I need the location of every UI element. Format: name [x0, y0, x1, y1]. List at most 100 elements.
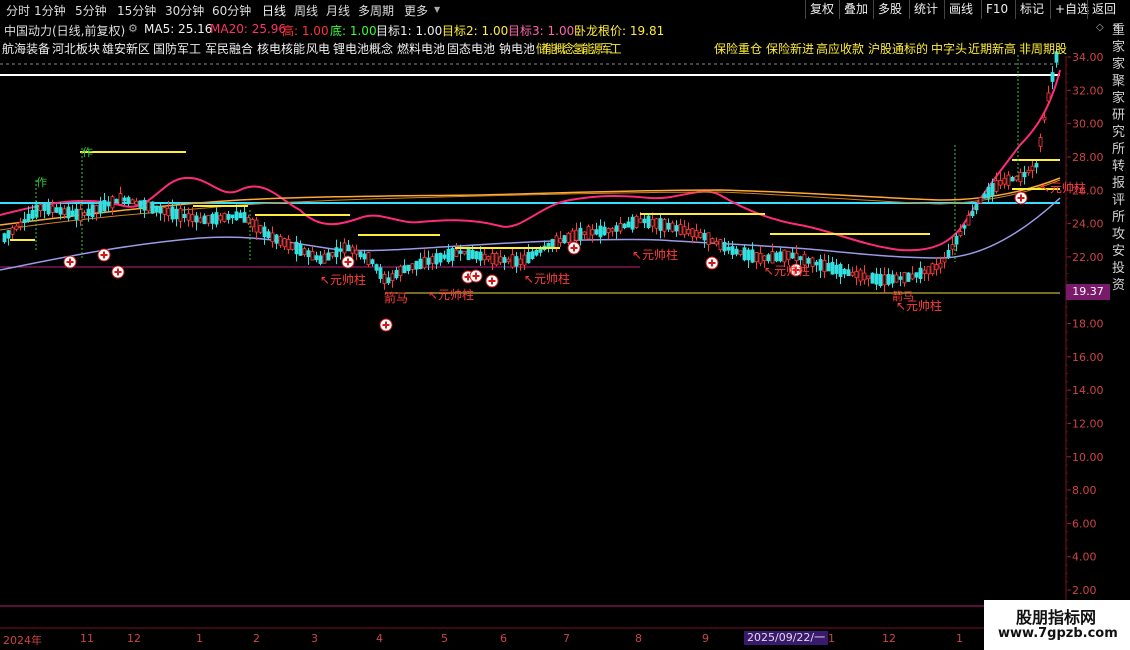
candle-body — [774, 252, 779, 262]
candle-body — [586, 226, 591, 240]
tag-item[interactable]: 锂电池概念 — [333, 40, 393, 57]
tag-item[interactable]: 沪股通标的 — [868, 40, 928, 57]
candle-body — [970, 211, 975, 217]
fuquan-button[interactable]: 复权 — [805, 0, 838, 19]
tag-item[interactable]: 固态电池 — [447, 40, 495, 57]
tag-item[interactable]: 保险新进 — [766, 40, 814, 57]
period-tab-monthly[interactable]: 月线 — [326, 2, 350, 19]
candle-body — [674, 225, 679, 232]
candle-body — [1030, 165, 1035, 171]
candle-body — [358, 251, 363, 258]
candle-body — [174, 208, 179, 220]
period-tab-weekly[interactable]: 周线 — [294, 2, 318, 19]
candle-body — [682, 226, 687, 235]
tag-item[interactable]: 军民融合 — [205, 40, 253, 57]
candle-body — [514, 256, 519, 267]
candle-body — [942, 258, 947, 263]
settings-gear-icon[interactable]: ⚙ — [128, 22, 138, 35]
candle-body — [730, 246, 735, 255]
current-price-label: 19.37 — [1066, 284, 1110, 300]
period-tab-1min[interactable]: 1分钟 — [34, 2, 66, 19]
tag-item-overlap[interactable]: 储能概念 氢能源 军工 — [536, 40, 622, 57]
candle-body — [558, 238, 563, 243]
candle-body — [938, 262, 943, 269]
candle-body — [994, 180, 999, 192]
cursor-date: 2025/09/22/一 — [744, 631, 829, 645]
back-button[interactable]: 返回 — [1087, 0, 1120, 19]
candle-body — [282, 238, 287, 248]
candle-body — [1018, 172, 1023, 183]
f10-button[interactable]: F10 — [981, 0, 1012, 19]
candle-body — [306, 250, 311, 258]
candle-body — [758, 253, 763, 264]
tag-item[interactable]: 河北板块 — [52, 40, 100, 57]
statistics-button[interactable]: 统计 — [909, 0, 942, 19]
tag-item[interactable]: 燃料电池 — [397, 40, 445, 57]
period-tab-5min[interactable]: 5分钟 — [75, 2, 107, 19]
tag-item[interactable]: 高应收款 — [816, 40, 864, 57]
candle-body — [450, 247, 455, 261]
candle-body — [630, 216, 635, 230]
candle-body — [382, 273, 387, 284]
overlay-button[interactable]: 叠加 — [839, 0, 872, 19]
tag-item[interactable]: 非周期股 — [1019, 40, 1067, 57]
candle-body — [798, 256, 803, 261]
diamond-icon[interactable]: ◇ — [1096, 22, 1104, 33]
kline-chart[interactable]: 34.0032.0030.0028.0026.0024.0022.0020.00… — [0, 0, 1130, 650]
period-tab-fenshi[interactable]: 分时 — [6, 2, 30, 19]
period-tab-daily[interactable]: 日线 — [262, 2, 286, 19]
period-tab-15min[interactable]: 15分钟 — [117, 2, 156, 19]
candle-body — [794, 252, 799, 261]
candle-body — [190, 214, 195, 222]
candle-body — [1038, 137, 1043, 147]
candle-body — [962, 225, 967, 229]
chevron-down-icon[interactable]: ▼ — [434, 5, 440, 14]
candle-body — [214, 212, 219, 225]
candle-body — [106, 201, 111, 207]
period-tab-60min[interactable]: 60分钟 — [212, 2, 251, 19]
candle-body — [66, 206, 71, 219]
multi-stock-button[interactable]: 多股 — [873, 0, 906, 19]
tag-item[interactable]: 中字头 — [931, 40, 967, 57]
candle-body — [294, 241, 299, 255]
candle-body — [706, 232, 711, 246]
candle-body — [934, 264, 939, 271]
draw-line-button[interactable]: 画线 — [944, 0, 977, 19]
y-tick-label: 28.00 — [1072, 151, 1104, 164]
target2-value: 目标2: 1.00 — [442, 24, 509, 38]
candle-body — [770, 251, 775, 264]
candle-body — [198, 217, 203, 223]
mark-button[interactable]: 标记 — [1015, 0, 1048, 19]
high-value: 高: 1.00 — [282, 24, 329, 38]
period-tab-more[interactable]: 更多 — [404, 2, 428, 19]
candle-body — [370, 259, 375, 265]
candle-body — [1026, 169, 1031, 174]
tag-item[interactable]: 航海装备 — [2, 40, 50, 57]
period-tab-30min[interactable]: 30分钟 — [165, 2, 204, 19]
tag-item[interactable]: 风电 — [306, 40, 330, 57]
candle-body — [346, 244, 351, 252]
tag-item[interactable]: 国防军工 — [153, 40, 201, 57]
period-tab-multi[interactable]: 多周期 — [358, 2, 394, 19]
candle-body — [30, 210, 35, 219]
candle-body — [234, 211, 239, 221]
tag-item[interactable]: 雄安新区 — [102, 40, 150, 57]
candle-body — [166, 207, 171, 217]
tag-item[interactable]: 钠电池 — [499, 40, 535, 57]
tag-item[interactable]: 核电核能 — [257, 40, 305, 57]
candle-body — [206, 215, 211, 224]
candle-body — [418, 258, 423, 270]
candle-body — [302, 248, 307, 256]
side-info-strip: 重 家 家 聚 家 研 究 所 转 报 评 所 攻 安 投 资 — [1112, 23, 1126, 293]
candle-body — [766, 254, 771, 262]
date-label: 5 — [441, 632, 448, 645]
tag-item[interactable]: 保险重仓 — [714, 40, 762, 57]
candle-body — [910, 273, 915, 280]
candle-body — [230, 214, 235, 219]
candle-body — [470, 249, 475, 259]
candle-body — [750, 249, 755, 263]
candle-body — [982, 193, 987, 199]
wolong-value: 卧龙根价: 19.81 — [574, 24, 665, 38]
tag-item[interactable]: 近期新高 — [968, 40, 1016, 57]
candle-body — [1022, 172, 1027, 178]
